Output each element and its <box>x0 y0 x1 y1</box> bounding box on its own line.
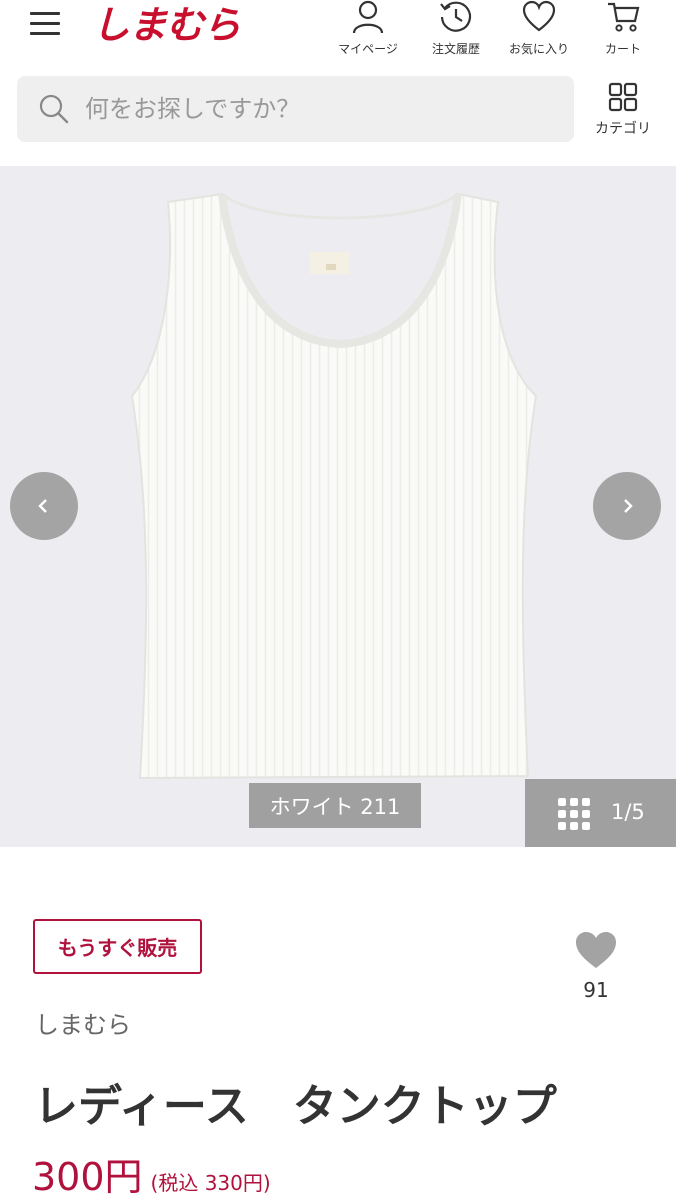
search-icon <box>39 94 69 124</box>
status-badge: もうすぐ販売 <box>33 919 202 974</box>
hamburger-menu-icon[interactable] <box>26 6 66 38</box>
nav-cart-label: カート <box>604 42 641 56</box>
brand-name[interactable]: しまむら <box>35 1005 131 1040</box>
nav-favorites[interactable]: お気に入り <box>499 0 579 56</box>
price: 300円 <box>32 1155 143 1199</box>
heart-icon <box>522 0 556 32</box>
history-icon <box>440 1 472 32</box>
favorite-button[interactable]: 91 <box>566 930 626 1010</box>
product-image <box>130 192 538 780</box>
product-image-gallery[interactable]: ホワイト 211 1/5 <box>0 166 676 847</box>
image-counter: 1/5 <box>611 800 645 824</box>
category-label: カテゴリ <box>595 121 651 137</box>
price-row: 300円 (税込 330円) <box>32 1146 271 1200</box>
header: しまむら マイページ 注文履歴 お気に入り カート <box>0 0 676 62</box>
chevron-right-icon <box>624 499 633 513</box>
nav-favorites-label: お気に入り <box>508 42 569 56</box>
search-input[interactable] <box>85 95 545 123</box>
nav-mypage-label: マイページ <box>338 42 398 56</box>
search-bar[interactable] <box>17 76 574 142</box>
price-tax: (税込 330円) <box>150 1171 271 1195</box>
user-icon <box>352 0 384 34</box>
prev-image-button[interactable] <box>10 472 78 540</box>
grid-icon <box>608 82 638 112</box>
chevron-left-icon <box>38 499 47 513</box>
heart-filled-icon <box>576 932 616 968</box>
nav-order-history[interactable]: 注文履歴 <box>416 0 496 56</box>
nav-order-history-label: 注文履歴 <box>431 42 480 56</box>
next-image-button[interactable] <box>593 472 661 540</box>
nav-mypage[interactable]: マイページ <box>328 0 408 56</box>
cart-icon <box>608 2 640 32</box>
logo[interactable]: しまむら <box>92 0 241 49</box>
dots-grid-icon <box>558 798 590 830</box>
color-label: ホワイト 211 <box>249 783 421 828</box>
product-title: レディース タンクトップ <box>34 1081 557 1132</box>
image-grid-button[interactable]: 1/5 <box>525 779 676 847</box>
nav-cart[interactable]: カート <box>583 0 663 56</box>
category-button[interactable]: カテゴリ <box>585 80 661 142</box>
favorite-count: 91 <box>583 978 609 1002</box>
